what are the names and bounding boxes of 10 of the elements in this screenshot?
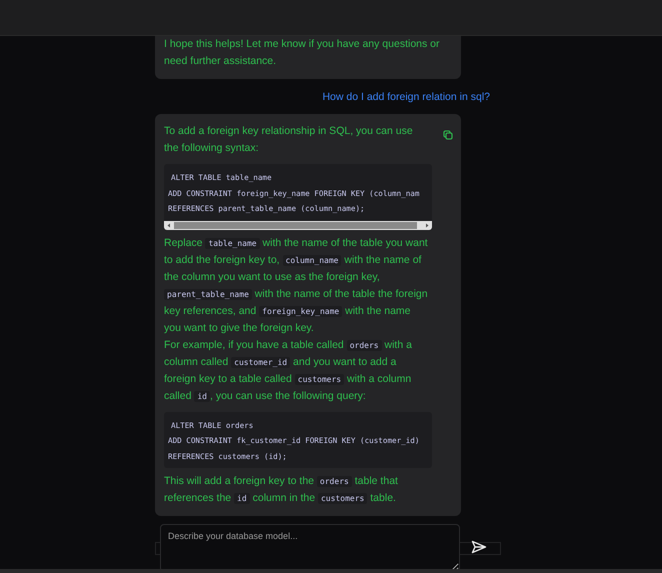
copy-icon[interactable] xyxy=(443,130,453,140)
answer-paragraph: For example, if you have a table called orders with a column called customer_id and you want to add a foreign key to a table called customers with a column called id , you can use the following query: xyxy=(164,338,413,404)
answer-paragraph: I hope this helps! Let me know if you have any questions or need further assistance. xyxy=(164,37,440,69)
answer-paragraph: To add a foreign key relationship in SQL, you can use the following syntax: xyxy=(164,124,414,156)
user-message: How do I add foreign relation in sql? xyxy=(322,90,490,104)
message-input[interactable]: Describe your database model... xyxy=(160,524,460,572)
answer-paragraph: Replace table_name with the name of the table you want to add the foreign key to, column_name with the name of the column you want to use as the foreign key, parent_table_name with the name of the table the foreign key references, and foreign_key_name with the name you want to give the foreign key. xyxy=(164,236,429,336)
answer-paragraph: This will add a foreign key to the orders table that references the id column in the customers table. xyxy=(164,474,399,506)
horizontal-scrollbar[interactable] xyxy=(164,220,432,230)
send-icon[interactable] xyxy=(471,540,487,554)
